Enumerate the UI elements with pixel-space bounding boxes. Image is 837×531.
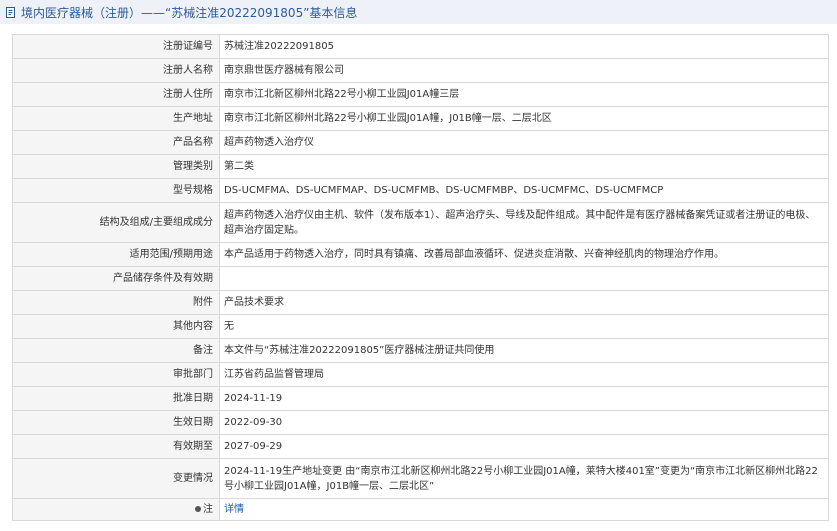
document-icon — [5, 5, 19, 19]
row-value: 2024-11-19 — [219, 386, 829, 411]
row-label: 备注 — [12, 338, 220, 363]
table-row: 变更情况 2024-11-19生产地址变更 由“南京市江北新区柳州北路22号小柳… — [12, 458, 829, 499]
table-row: 管理类别 第二类 — [12, 154, 829, 179]
row-label: 注册人名称 — [12, 58, 220, 83]
row-value: DS-UCMFMA、DS-UCMFMAP、DS-UCMFMB、DS-UCMFMB… — [219, 178, 829, 203]
table-row: 适用范围/预期用途 本产品适用于药物透入治疗，同时具有镇痛、改善局部血液循环、促… — [12, 242, 829, 267]
page-title: 境内医疗器械（注册）——“苏械注准20222091805”基本信息 — [21, 5, 358, 20]
row-label: 变更情况 — [12, 458, 220, 499]
table-row: 结构及组成/主要组成成分 超声药物透入治疗仪由主机、软件（发布版本1）、超声治疗… — [12, 202, 829, 243]
row-value: 江苏省药品监督管理局 — [219, 362, 829, 387]
row-value: 超声药物透入治疗仪 — [219, 130, 829, 155]
row-value: 第二类 — [219, 154, 829, 179]
table-row: 注册人名称 南京鼎世医疗器械有限公司 — [12, 58, 829, 83]
table-row: 产品储存条件及有效期 — [12, 266, 829, 291]
row-value: 2027-09-29 — [219, 434, 829, 459]
row-label: 管理类别 — [12, 154, 220, 179]
row-value: 2022-09-30 — [219, 410, 829, 435]
note-value: 详情 — [219, 498, 829, 521]
row-label: 附件 — [12, 290, 220, 315]
row-value: 南京鼎世医疗器械有限公司 — [219, 58, 829, 83]
table-row: 审批部门 江苏省药品监督管理局 — [12, 362, 829, 387]
table-row: 有效期至 2027-09-29 — [12, 434, 829, 459]
table-row: 生效日期 2022-09-30 — [12, 410, 829, 435]
table-row: 注册证编号 苏械注准20222091805 — [12, 34, 829, 59]
row-label: 其他内容 — [12, 314, 220, 339]
row-value: 南京市江北新区柳州北路22号小柳工业园J01A幢三层 — [219, 82, 829, 107]
row-label: 审批部门 — [12, 362, 220, 387]
info-table: 注册证编号 苏械注准20222091805 注册人名称 南京鼎世医疗器械有限公司… — [12, 34, 829, 521]
row-label: 适用范围/预期用途 — [12, 242, 220, 267]
row-value: 本产品适用于药物透入治疗，同时具有镇痛、改善局部血液循环、促进炎症消散、兴奋神经… — [219, 242, 829, 267]
table-row: 注册人住所 南京市江北新区柳州北路22号小柳工业园J01A幢三层 — [12, 82, 829, 107]
table-row: 生产地址 南京市江北新区柳州北路22号小柳工业园J01A幢，J01B幢一层、二层… — [12, 106, 829, 131]
row-label: 有效期至 — [12, 434, 220, 459]
row-label: 产品名称 — [12, 130, 220, 155]
table-row: 附件 产品技术要求 — [12, 290, 829, 315]
row-label: 结构及组成/主要组成成分 — [12, 202, 220, 243]
row-value — [219, 266, 829, 291]
row-value: 超声药物透入治疗仪由主机、软件（发布版本1）、超声治疗头、导线及配件组成。其中配… — [219, 202, 829, 243]
row-label: 生效日期 — [12, 410, 220, 435]
table-row: 其他内容 无 — [12, 314, 829, 339]
table-row: 型号规格 DS-UCMFMA、DS-UCMFMAP、DS-UCMFMB、DS-U… — [12, 178, 829, 203]
row-label: 产品储存条件及有效期 — [12, 266, 220, 291]
row-label: 注册人住所 — [12, 82, 220, 107]
info-dot-icon — [195, 506, 201, 512]
table-row: 备注 本文件与“苏械注准20222091805”医疗器械注册证共同使用 — [12, 338, 829, 363]
row-value: 2024-11-19生产地址变更 由“南京市江北新区柳州北路22号小柳工业园J0… — [219, 458, 829, 499]
row-label: 型号规格 — [12, 178, 220, 203]
row-value: 苏械注准20222091805 — [219, 34, 829, 59]
table-row: 批准日期 2024-11-19 — [12, 386, 829, 411]
row-value: 本文件与“苏械注准20222091805”医疗器械注册证共同使用 — [219, 338, 829, 363]
row-label: 注册证编号 — [12, 34, 220, 59]
row-value: 无 — [219, 314, 829, 339]
info-table-container: 注册证编号 苏械注准20222091805 注册人名称 南京鼎世医疗器械有限公司… — [12, 34, 829, 521]
note-label: 注 — [12, 498, 220, 521]
table-row: 产品名称 超声药物透入治疗仪 — [12, 130, 829, 155]
row-label: 生产地址 — [12, 106, 220, 131]
table-row-note: 注 详情 — [12, 498, 829, 521]
details-link[interactable]: 详情 — [224, 504, 244, 515]
row-value: 产品技术要求 — [219, 290, 829, 315]
row-value: 南京市江北新区柳州北路22号小柳工业园J01A幢，J01B幢一层、二层北区 — [219, 106, 829, 131]
page-title-bar: 境内医疗器械（注册）——“苏械注准20222091805”基本信息 — [0, 0, 837, 24]
note-label-text: 注 — [203, 504, 213, 515]
row-label: 批准日期 — [12, 386, 220, 411]
